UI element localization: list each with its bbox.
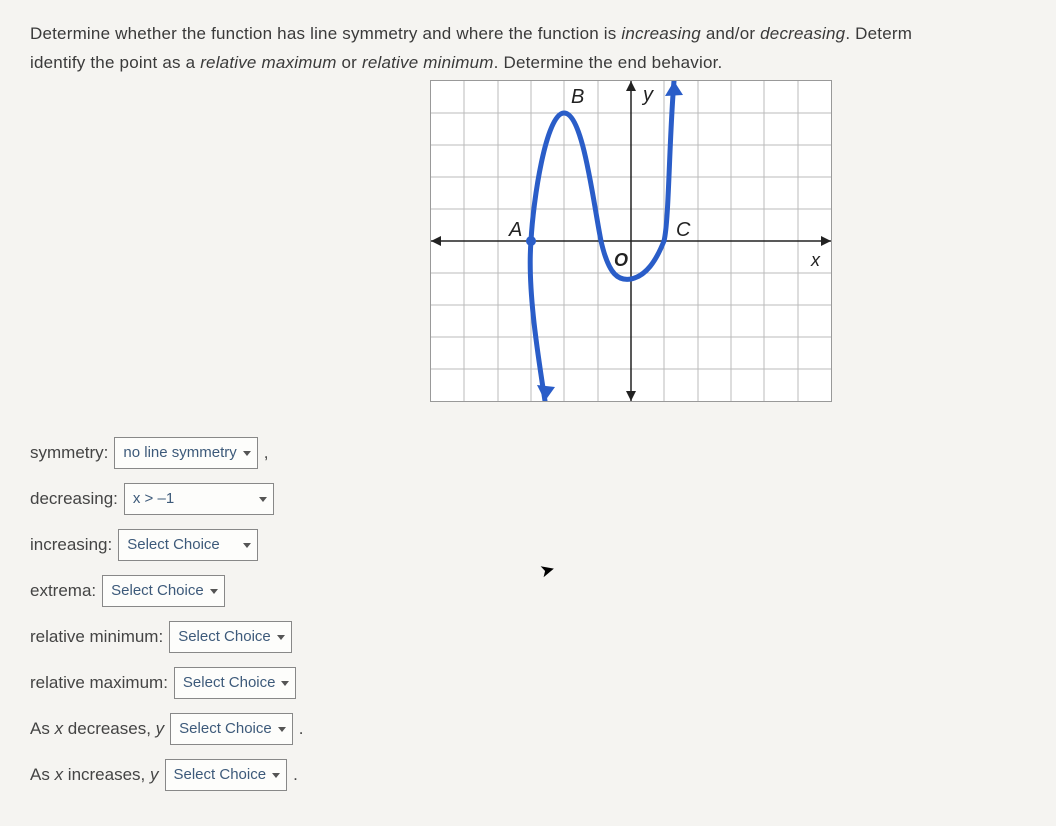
function-graph: A B C O y x xyxy=(430,80,832,402)
text: . Determine the end behavior. xyxy=(494,53,723,72)
period: . xyxy=(293,765,298,785)
label-decreasing: decreasing: xyxy=(30,489,118,509)
curve-arrow-up xyxy=(665,81,683,96)
label-relmax: relative maximum: xyxy=(30,673,168,693)
text: As xyxy=(30,765,55,784)
prompt-line-2: identify the point as a relative maximum… xyxy=(30,49,1026,78)
row-symmetry: symmetry: no line symmetry , xyxy=(30,437,1026,469)
point-a-dot xyxy=(526,236,536,246)
label-increasing: increasing: xyxy=(30,535,112,555)
select-value: x > –1 xyxy=(133,490,174,507)
label-c: C xyxy=(676,219,691,241)
graph-container: A B C O y x xyxy=(430,80,1026,402)
label-y-axis: y xyxy=(641,84,654,106)
select-extrema[interactable]: Select Choice xyxy=(102,575,225,607)
prompt-line-1: Determine whether the function has line … xyxy=(30,20,1026,49)
text-italic: relative maximum xyxy=(200,53,336,72)
text: increases, xyxy=(63,765,150,784)
text: . Determ xyxy=(845,24,912,43)
text-italic: x xyxy=(55,765,64,784)
select-value: Select Choice xyxy=(178,628,271,645)
select-value: Select Choice xyxy=(179,720,272,737)
row-increasing: increasing: Select Choice xyxy=(30,529,1026,561)
curve-arrow-down xyxy=(537,385,555,401)
label-xdec: As x decreases, y xyxy=(30,719,164,739)
text: Determine whether the function has line … xyxy=(30,24,621,43)
select-value: Select Choice xyxy=(183,674,276,691)
text: As xyxy=(30,719,55,738)
label-a: A xyxy=(508,219,522,241)
question-prompt: Determine whether the function has line … xyxy=(30,20,1026,78)
row-relative-maximum: relative maximum: Select Choice xyxy=(30,667,1026,699)
text-italic: x xyxy=(55,719,64,738)
label-extrema: extrema: xyxy=(30,581,96,601)
select-value: no line symmetry xyxy=(123,444,236,461)
select-relative-maximum[interactable]: Select Choice xyxy=(174,667,297,699)
label-xinc: As x increases, y xyxy=(30,765,159,785)
text: identify the point as a xyxy=(30,53,200,72)
label-origin: O xyxy=(614,250,628,270)
text-italic: increasing xyxy=(621,24,701,43)
row-extrema: extrema: Select Choice xyxy=(30,575,1026,607)
answer-section: symmetry: no line symmetry , decreasing:… xyxy=(30,437,1026,791)
select-symmetry[interactable]: no line symmetry xyxy=(114,437,257,469)
select-value: Select Choice xyxy=(127,536,220,553)
select-decreasing[interactable]: x > –1 xyxy=(124,483,274,515)
row-x-decreases: As x decreases, y Select Choice . xyxy=(30,713,1026,745)
period: . xyxy=(299,719,304,739)
label-b: B xyxy=(571,86,584,108)
select-increasing[interactable]: Select Choice xyxy=(118,529,258,561)
text-italic: relative minimum xyxy=(362,53,494,72)
label-symmetry: symmetry: xyxy=(30,443,108,463)
text: decreases, xyxy=(63,719,156,738)
row-decreasing: decreasing: x > –1 xyxy=(30,483,1026,515)
label-relmin: relative minimum: xyxy=(30,627,163,647)
select-relative-minimum[interactable]: Select Choice xyxy=(169,621,292,653)
text-italic: y xyxy=(156,719,165,738)
text-italic: decreasing xyxy=(760,24,845,43)
text: or xyxy=(337,53,362,72)
select-x-increases[interactable]: Select Choice xyxy=(165,759,288,791)
select-value: Select Choice xyxy=(111,582,204,599)
text-italic: y xyxy=(150,765,159,784)
row-relative-minimum: relative minimum: Select Choice xyxy=(30,621,1026,653)
label-x-axis: x xyxy=(810,250,821,270)
axes xyxy=(431,81,831,401)
text: and/or xyxy=(701,24,760,43)
row-x-increases: As x increases, y Select Choice . xyxy=(30,759,1026,791)
comma: , xyxy=(264,443,269,463)
select-x-decreases[interactable]: Select Choice xyxy=(170,713,293,745)
select-value: Select Choice xyxy=(174,766,267,783)
